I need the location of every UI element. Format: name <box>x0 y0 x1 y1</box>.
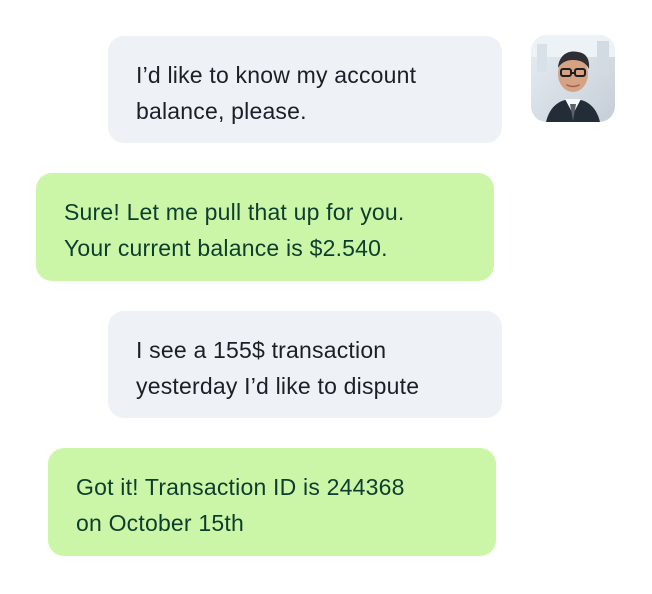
user-message-bubble: I’d like to know my account balance, ple… <box>108 36 502 143</box>
user-avatar <box>531 35 615 122</box>
user-message-bubble: I see a 155$ transaction yesterday I’d l… <box>108 311 502 418</box>
assistant-message-bubble: Got it! Transaction ID is 244368 on Octo… <box>48 448 496 556</box>
assistant-message-bubble: Sure! Let me pull that up for you. Your … <box>36 173 494 281</box>
avatar-photo-icon <box>531 35 615 122</box>
